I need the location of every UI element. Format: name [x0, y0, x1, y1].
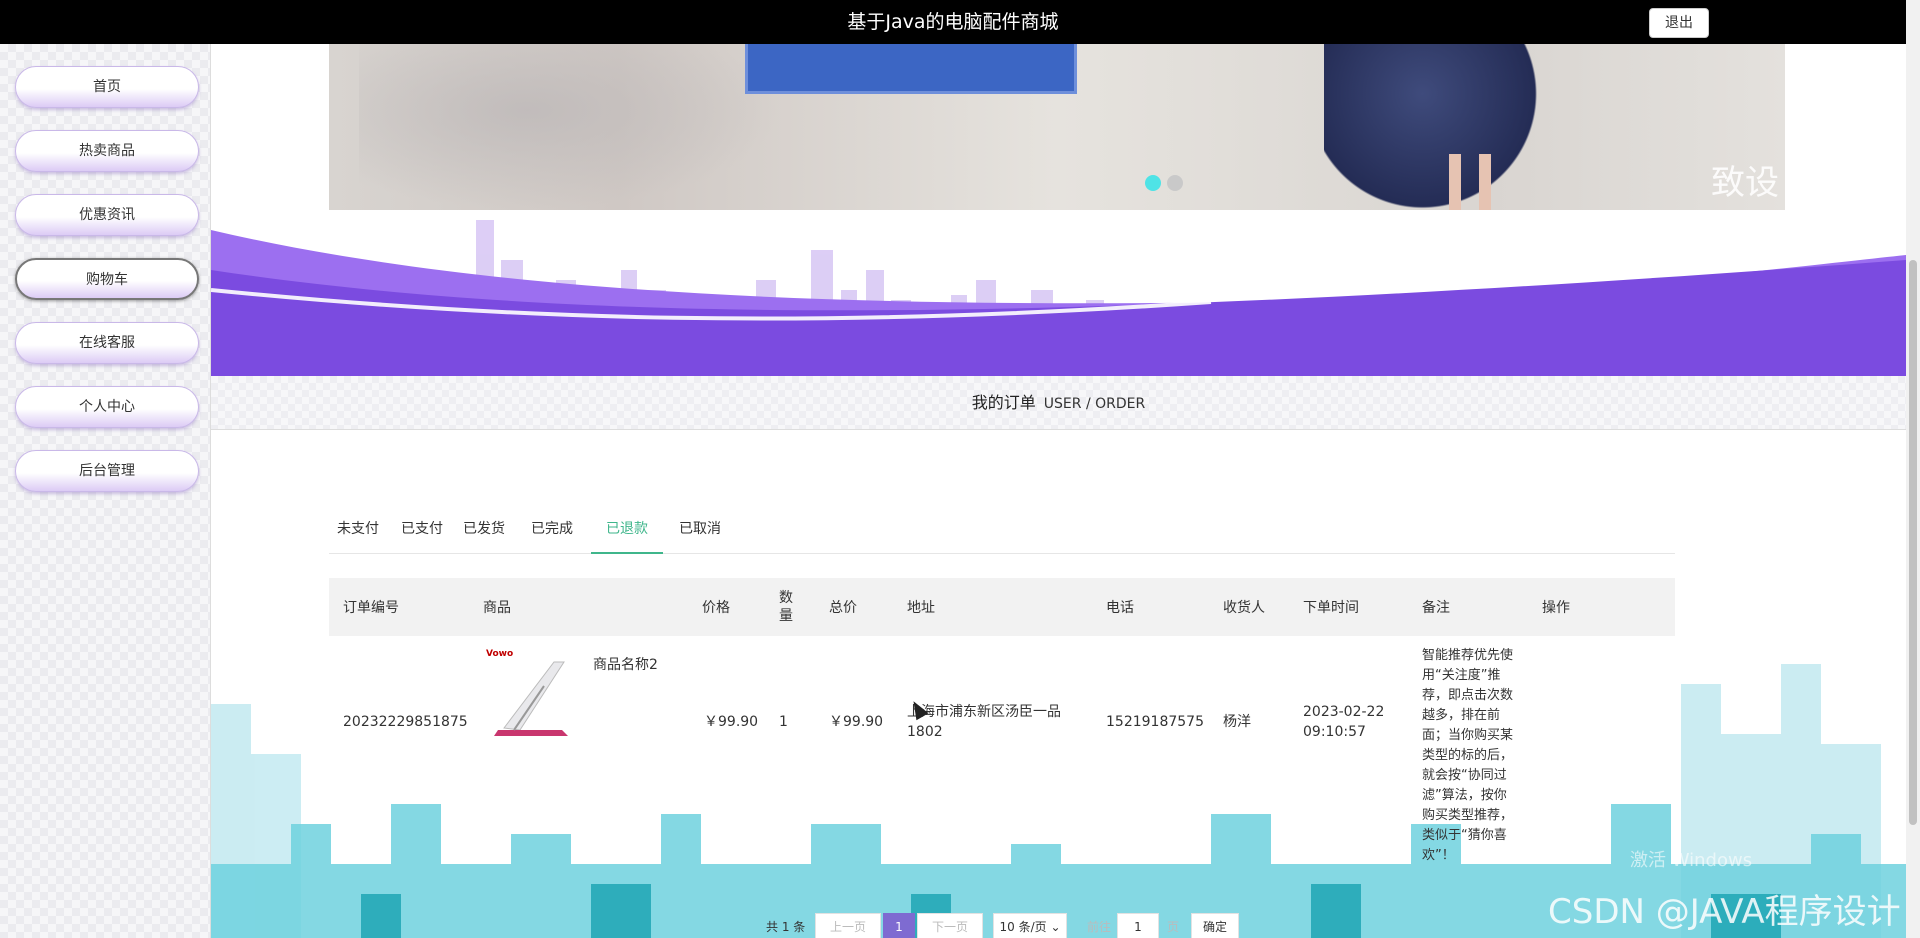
banner-model-leg — [1479, 154, 1491, 210]
main-content: 致设 我的订单 USER / ORDER 未支付 已支付 已发货 已完成 已退款… — [211, 44, 1906, 938]
scrollbar-thumb[interactable] — [1909, 260, 1917, 825]
carousel-indicators — [1145, 175, 1189, 195]
site-title: 基于Java的电脑配件商城 — [847, 11, 1059, 33]
product-thumbnail[interactable]: Vowo — [484, 646, 580, 742]
goto-label-prefix: 前往 — [1087, 920, 1112, 934]
tab-paid[interactable]: 已支付 — [397, 508, 447, 554]
tab-unpaid[interactable]: 未支付 — [329, 508, 387, 554]
pagination-total: 共 1 条 — [766, 920, 806, 934]
column-header-actions: 操作 — [1542, 600, 1570, 616]
next-page-button[interactable]: 下一页 — [917, 913, 983, 938]
order-date: 2023-02-22 — [1303, 704, 1385, 720]
sidebar-item-customer-service[interactable]: 在线客服 — [15, 322, 199, 364]
goto-page-input[interactable]: 1 — [1117, 913, 1159, 938]
section-header: 我的订单 USER / ORDER — [211, 376, 1906, 430]
column-header-note: 备注 — [1422, 600, 1450, 616]
carousel-dot[interactable] — [1145, 175, 1161, 191]
logout-button[interactable]: 退出 — [1649, 8, 1709, 38]
sidebar-item-personal-center[interactable]: 个人中心 — [15, 386, 199, 428]
goto-label-suffix: 页 — [1167, 920, 1180, 934]
order-note: 智能推荐优先使用“关注度”推荐，即点击次数越多，排在前面；当你购买某类型的标的后… — [1422, 648, 1514, 863]
banner-blue-panel — [745, 44, 1077, 94]
tab-refunded[interactable]: 已退款 — [591, 508, 663, 554]
column-header-order-time: 下单时间 — [1303, 600, 1359, 616]
sidebar-item-cart[interactable]: 购物车 — [15, 258, 199, 300]
carousel-dot[interactable] — [1167, 175, 1183, 191]
order-status-tabs: 未支付 已支付 已发货 已完成 已退款 已取消 — [329, 508, 1675, 554]
section-subtitle: USER / ORDER — [1043, 396, 1146, 412]
current-page-button[interactable]: 1 — [883, 913, 915, 938]
order-address: 上海市浦东新区汤臣一品1802 — [907, 704, 1061, 740]
page-scrollbar[interactable] — [1906, 0, 1920, 938]
column-header-product: 商品 — [483, 600, 511, 616]
column-header-address: 地址 — [907, 600, 935, 616]
prev-page-button[interactable]: 上一页 — [815, 913, 881, 938]
banner-background-figure — [359, 44, 779, 210]
banner-model-dress — [1324, 44, 1570, 210]
banner-watermark: 致设 — [1711, 163, 1779, 203]
product-brand-logo: Vowo — [486, 649, 513, 659]
sidebar-item-promotions[interactable]: 优惠资讯 — [15, 194, 199, 236]
order-number: 20232229851875 — [343, 714, 468, 730]
section-title: 我的订单 — [971, 393, 1036, 412]
sidebar-item-hot-products[interactable]: 热卖商品 — [15, 130, 199, 172]
order-receiver: 杨洋 — [1223, 714, 1251, 730]
sidebar-item-home[interactable]: 首页 — [15, 66, 199, 108]
column-header-quantity: 数量 — [779, 590, 793, 624]
tab-cancelled[interactable]: 已取消 — [671, 508, 729, 554]
sidebar-item-admin[interactable]: 后台管理 — [15, 450, 199, 492]
tab-shipped[interactable]: 已发货 — [455, 508, 513, 554]
order-price: ￥99.90 — [704, 714, 759, 730]
page-size-value: 10 条/页 — [999, 920, 1047, 934]
orders-table-header: 订单编号 商品 价格 数量 总价 地址 电话 收货人 下单时间 备注 操作 — [329, 578, 1675, 636]
column-header-total: 总价 — [829, 600, 857, 616]
column-header-phone: 电话 — [1106, 600, 1134, 616]
product-name[interactable]: 商品名称2 — [593, 655, 658, 675]
csdn-watermark: CSDN @JAVA程序设计 — [1548, 892, 1901, 932]
column-header-receiver: 收货人 — [1223, 600, 1265, 616]
order-time: 09:10:57 — [1303, 724, 1366, 740]
tab-completed[interactable]: 已完成 — [523, 508, 581, 554]
goto-confirm-button[interactable]: 确定 — [1191, 913, 1239, 938]
column-header-order-no: 订单编号 — [343, 600, 399, 616]
banner-model-leg — [1449, 154, 1461, 210]
order-phone: 15219187575 — [1106, 714, 1204, 730]
carousel-banner[interactable]: 致设 — [329, 44, 1785, 210]
top-bar: 基于Java的电脑配件商城 退出 — [0, 0, 1906, 44]
order-total: ￥99.90 — [829, 714, 884, 730]
page-size-select[interactable]: 10 条/页 ⌄ — [993, 913, 1067, 938]
sidebar: 首页 热卖商品 优惠资讯 购物车 在线客服 个人中心 后台管理 — [0, 44, 211, 938]
windows-activation-watermark: 激活 Windows — [1630, 850, 1753, 871]
order-quantity: 1 — [779, 714, 788, 730]
chevron-down-icon: ⌄ — [1050, 920, 1061, 934]
column-header-price: 价格 — [702, 600, 730, 616]
